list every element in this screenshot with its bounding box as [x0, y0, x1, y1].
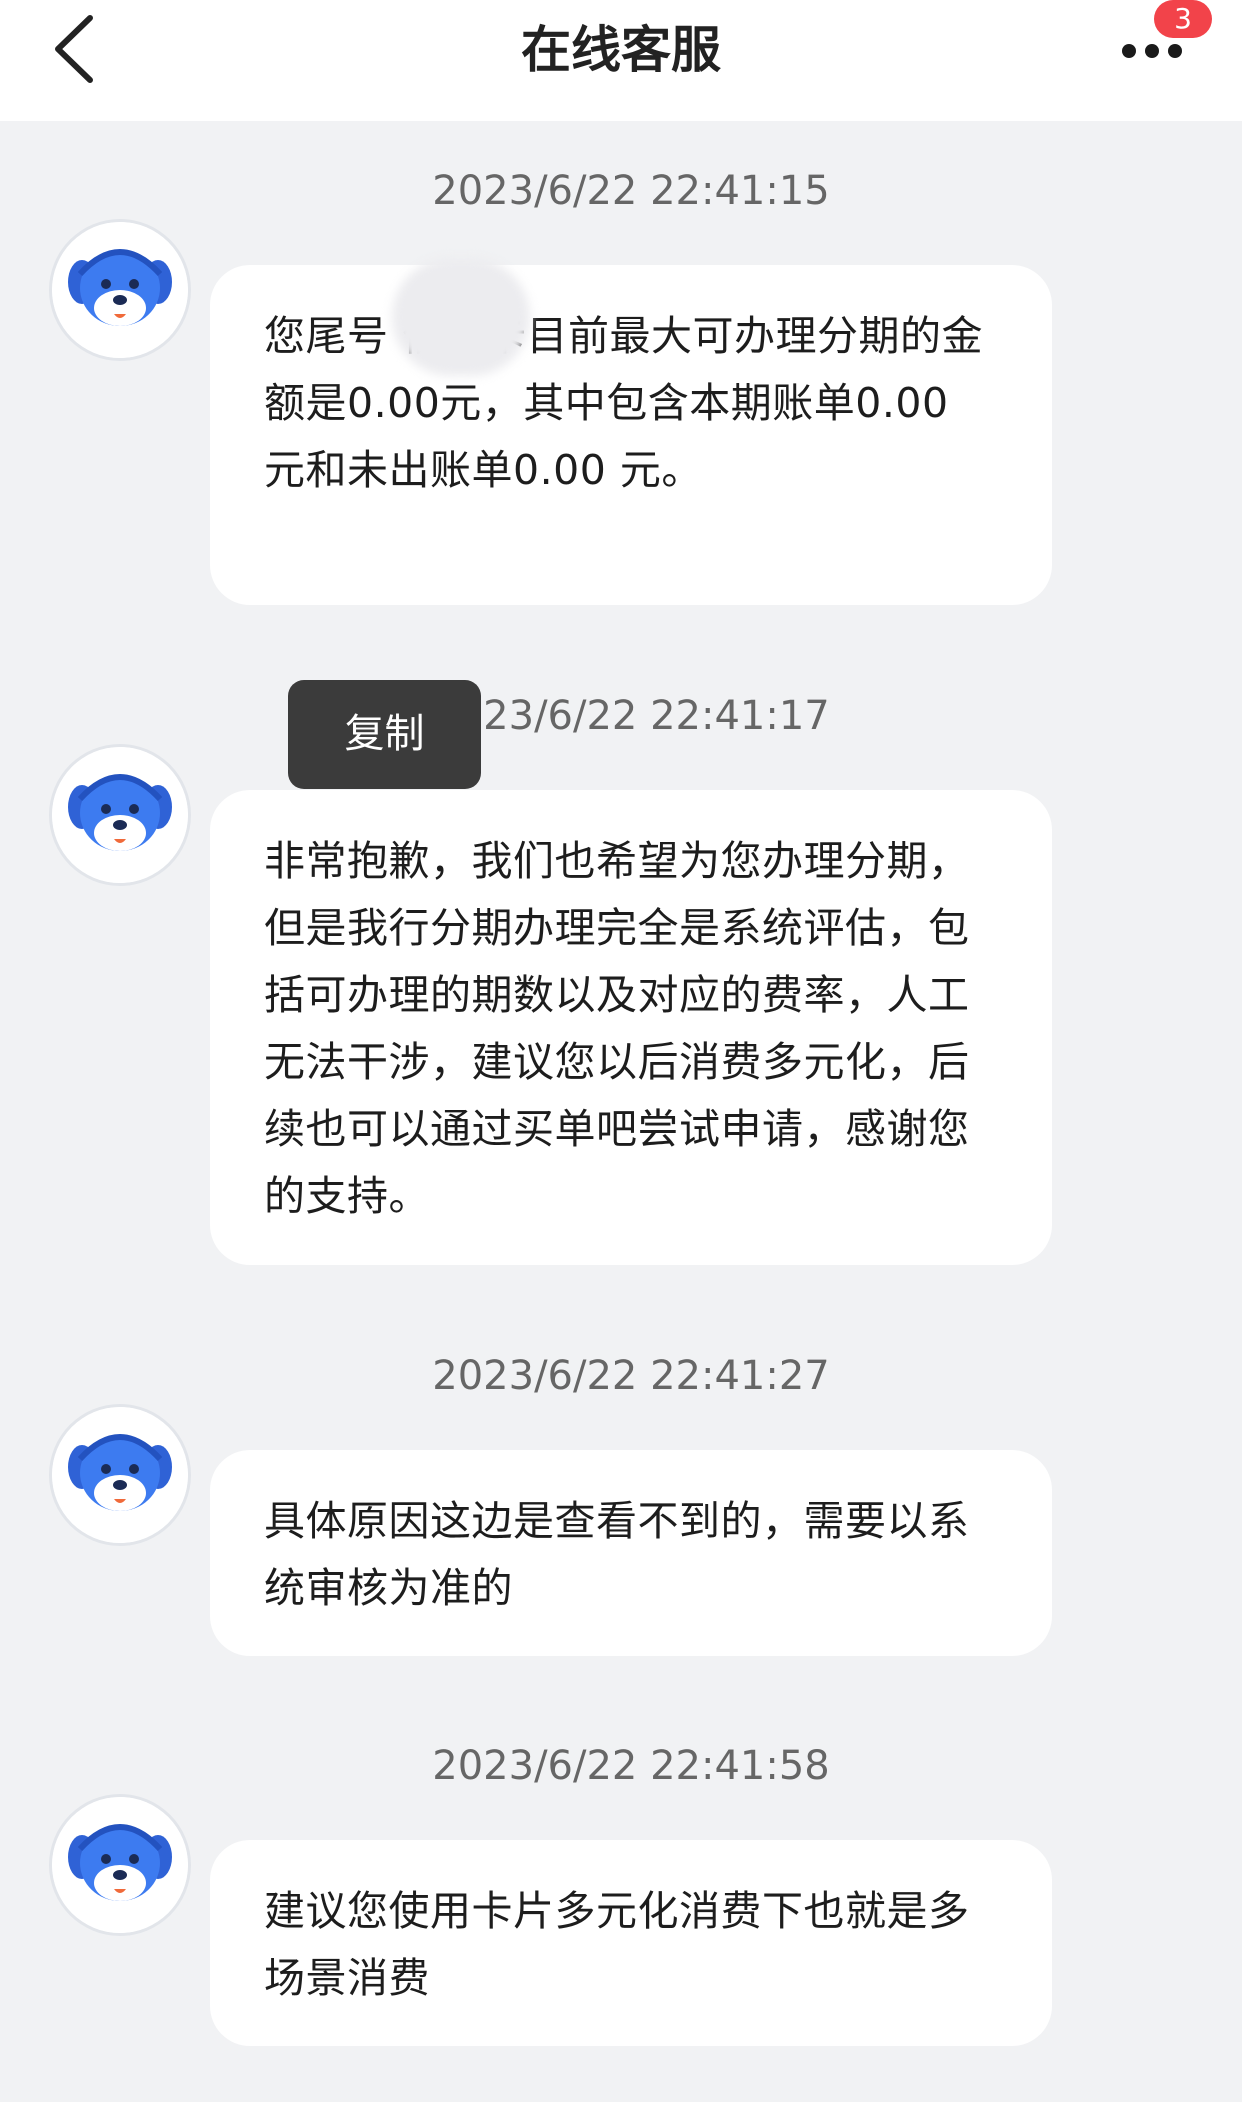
header-bar: 在线客服 3: [0, 0, 1242, 121]
message-timestamp: 2023/6/22 22:41:58: [432, 1743, 830, 1789]
agent-avatar[interactable]: [52, 747, 188, 883]
notification-badge: 3: [1154, 0, 1212, 38]
more-icon: [1122, 44, 1182, 58]
message-bubble[interactable]: 具体原因这边是查看不到的，需要以系统审核为准的: [210, 1450, 1052, 1656]
message-bubble[interactable]: 您尾号 信用卡目前最大可办理分期的金额是0.00元，其中包含本期账单0.00 元…: [210, 265, 1052, 605]
agent-avatar[interactable]: [52, 1797, 188, 1933]
dog-mascot-icon: [52, 747, 188, 883]
message-bubble[interactable]: 建议您使用卡片多元化消费下也就是多场景消费: [210, 1840, 1052, 2046]
message-timestamp: 2023/6/22 22:41:15: [432, 168, 830, 214]
dog-mascot-icon: [52, 1797, 188, 1933]
dog-mascot-icon: [52, 1407, 188, 1543]
message-timestamp: 2023/6/22 22:41:17: [432, 693, 830, 739]
dog-mascot-icon: [52, 222, 188, 358]
agent-avatar[interactable]: [52, 1407, 188, 1543]
message-timestamp: 2023/6/22 22:41:27: [432, 1353, 830, 1399]
page-title: 在线客服: [521, 21, 721, 79]
copy-button[interactable]: 复制: [288, 680, 481, 789]
agent-avatar[interactable]: [52, 222, 188, 358]
message-bubble[interactable]: 非常抱歉，我们也希望为您办理分期，但是我行分期办理完全是系统评估，包括可办理的期…: [210, 790, 1052, 1265]
redaction-mask: [392, 258, 530, 376]
